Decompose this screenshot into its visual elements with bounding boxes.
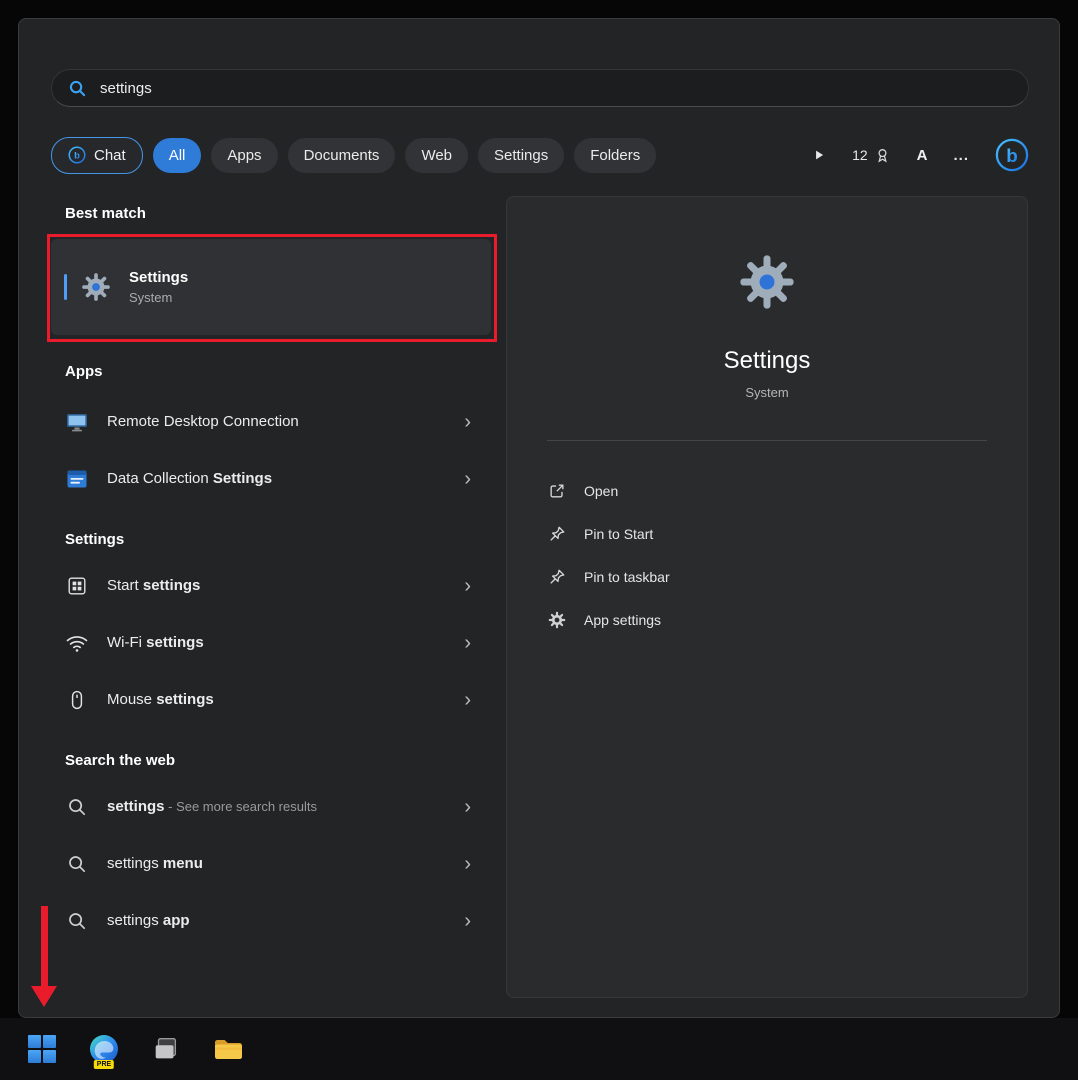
action-label: App settings bbox=[584, 612, 661, 628]
tab-documents-label: Documents bbox=[304, 147, 380, 164]
result-text: Data Collection Settings bbox=[107, 470, 272, 487]
settings-gear-icon-large bbox=[738, 253, 796, 311]
svg-text:b: b bbox=[74, 151, 80, 162]
section-heading-best-match: Best match bbox=[51, 205, 501, 223]
bing-icon: b bbox=[68, 146, 86, 164]
chevron-right-icon[interactable]: › bbox=[464, 797, 471, 817]
section-heading-search-web: Search the web bbox=[51, 752, 501, 770]
result-item-remote-desktop[interactable]: Remote Desktop Connection › bbox=[51, 393, 501, 450]
rewards-counter[interactable]: 12 bbox=[852, 147, 891, 164]
taskbar: PRE bbox=[0, 1018, 1078, 1080]
more-options-button[interactable]: ... bbox=[953, 147, 969, 164]
preview-pane: Settings System Open Pin to Start bbox=[506, 196, 1028, 998]
annotation-arrow-line bbox=[41, 906, 48, 988]
apps-results: Remote Desktop Connection › Data Collect… bbox=[51, 393, 501, 507]
section-heading-settings: Settings bbox=[51, 531, 501, 549]
tab-all-label: All bbox=[169, 147, 186, 164]
web-search-icon bbox=[65, 797, 89, 817]
windows-logo-icon bbox=[28, 1035, 56, 1063]
pin-icon bbox=[547, 525, 567, 543]
tab-apps-label: Apps bbox=[227, 147, 261, 164]
result-item-wifi-settings[interactable]: Wi-Fi settings › bbox=[51, 614, 501, 671]
app-window-button[interactable] bbox=[146, 1029, 186, 1069]
preview-title: Settings bbox=[724, 347, 811, 375]
remote-desktop-icon bbox=[65, 410, 89, 434]
wifi-icon bbox=[65, 631, 89, 655]
result-text: settings - See more search results bbox=[107, 798, 317, 815]
app-window-icon bbox=[151, 1034, 181, 1064]
gear-icon bbox=[547, 611, 567, 629]
chevron-right-icon[interactable]: › bbox=[464, 633, 471, 653]
tab-settings[interactable]: Settings bbox=[478, 138, 564, 173]
preview-actions: Open Pin to Start Pin to taskbar bbox=[507, 441, 1027, 641]
result-text: Mouse settings bbox=[107, 691, 214, 708]
chevron-right-icon[interactable]: › bbox=[464, 576, 471, 596]
tab-all[interactable]: All bbox=[153, 138, 202, 173]
action-label: Pin to taskbar bbox=[584, 569, 670, 585]
chevron-right-icon[interactable]: › bbox=[464, 690, 471, 710]
annotation-arrow-head bbox=[31, 986, 57, 1007]
result-item-web-see-more[interactable]: settings - See more search results › bbox=[51, 778, 501, 835]
action-pin-to-start[interactable]: Pin to Start bbox=[547, 512, 987, 555]
bing-logo-icon[interactable]: b bbox=[995, 138, 1029, 172]
desktop: settings b Chat All Apps Documents Web S… bbox=[0, 0, 1078, 1080]
search-query-text: settings bbox=[100, 80, 152, 97]
tab-folders[interactable]: Folders bbox=[574, 138, 656, 173]
start-button[interactable] bbox=[22, 1029, 62, 1069]
action-pin-to-taskbar[interactable]: Pin to taskbar bbox=[547, 555, 987, 598]
edge-pre-button[interactable]: PRE bbox=[84, 1029, 124, 1069]
svg-text:b: b bbox=[1006, 146, 1018, 167]
folder-icon bbox=[212, 1033, 244, 1065]
tab-documents[interactable]: Documents bbox=[288, 138, 396, 173]
rewards-medal-icon bbox=[874, 147, 891, 164]
edge-pre-badge: PRE bbox=[94, 1060, 114, 1069]
web-search-icon bbox=[65, 911, 89, 931]
chevron-right-icon[interactable]: › bbox=[464, 469, 471, 489]
annotation-rectangle bbox=[47, 234, 497, 342]
open-icon bbox=[547, 482, 567, 500]
result-item-web-settings-app[interactable]: settings app › bbox=[51, 892, 501, 949]
settings-results: Start settings › Wi-Fi settings › Mouse … bbox=[51, 557, 501, 728]
chevron-right-icon[interactable]: › bbox=[464, 911, 471, 931]
filter-tabs-row: b Chat All Apps Documents Web Settings F… bbox=[51, 136, 1029, 174]
chevron-right-icon[interactable]: › bbox=[464, 412, 471, 432]
start-settings-icon bbox=[65, 575, 89, 597]
account-avatar[interactable]: A bbox=[917, 147, 928, 164]
header-right-cluster: 12 A ... b bbox=[812, 138, 1029, 172]
preview-subtitle: System bbox=[745, 385, 788, 400]
section-heading-apps: Apps bbox=[51, 363, 501, 381]
web-search-icon bbox=[65, 854, 89, 874]
data-collection-icon bbox=[65, 467, 89, 491]
windows-search-flyout: settings b Chat All Apps Documents Web S… bbox=[18, 18, 1060, 1018]
rewards-count: 12 bbox=[852, 147, 868, 163]
result-item-data-collection-settings[interactable]: Data Collection Settings › bbox=[51, 450, 501, 507]
action-label: Pin to Start bbox=[584, 526, 653, 542]
web-results: settings - See more search results › set… bbox=[51, 778, 501, 949]
result-item-start-settings[interactable]: Start settings › bbox=[51, 557, 501, 614]
file-explorer-button[interactable] bbox=[208, 1029, 248, 1069]
mouse-icon bbox=[65, 689, 89, 711]
play-icon[interactable] bbox=[812, 148, 826, 162]
pin-icon bbox=[547, 568, 567, 586]
search-input[interactable]: settings bbox=[51, 69, 1029, 107]
search-icon bbox=[68, 79, 87, 98]
action-open[interactable]: Open bbox=[547, 469, 987, 512]
action-app-settings[interactable]: App settings bbox=[547, 598, 987, 641]
result-text: settings app bbox=[107, 912, 190, 929]
action-label: Open bbox=[584, 483, 618, 499]
tab-chat-label: Chat bbox=[94, 147, 126, 164]
tab-settings-label: Settings bbox=[494, 147, 548, 164]
chevron-right-icon[interactable]: › bbox=[464, 854, 471, 874]
result-text: Start settings bbox=[107, 577, 200, 594]
result-text: Wi-Fi settings bbox=[107, 634, 204, 651]
tab-web[interactable]: Web bbox=[405, 138, 468, 173]
tab-apps[interactable]: Apps bbox=[211, 138, 277, 173]
tab-chat[interactable]: b Chat bbox=[51, 137, 143, 174]
result-text: settings menu bbox=[107, 855, 203, 872]
result-item-mouse-settings[interactable]: Mouse settings › bbox=[51, 671, 501, 728]
tab-web-label: Web bbox=[421, 147, 452, 164]
result-text: Remote Desktop Connection bbox=[107, 413, 299, 430]
tab-folders-label: Folders bbox=[590, 147, 640, 164]
result-item-web-settings-menu[interactable]: settings menu › bbox=[51, 835, 501, 892]
